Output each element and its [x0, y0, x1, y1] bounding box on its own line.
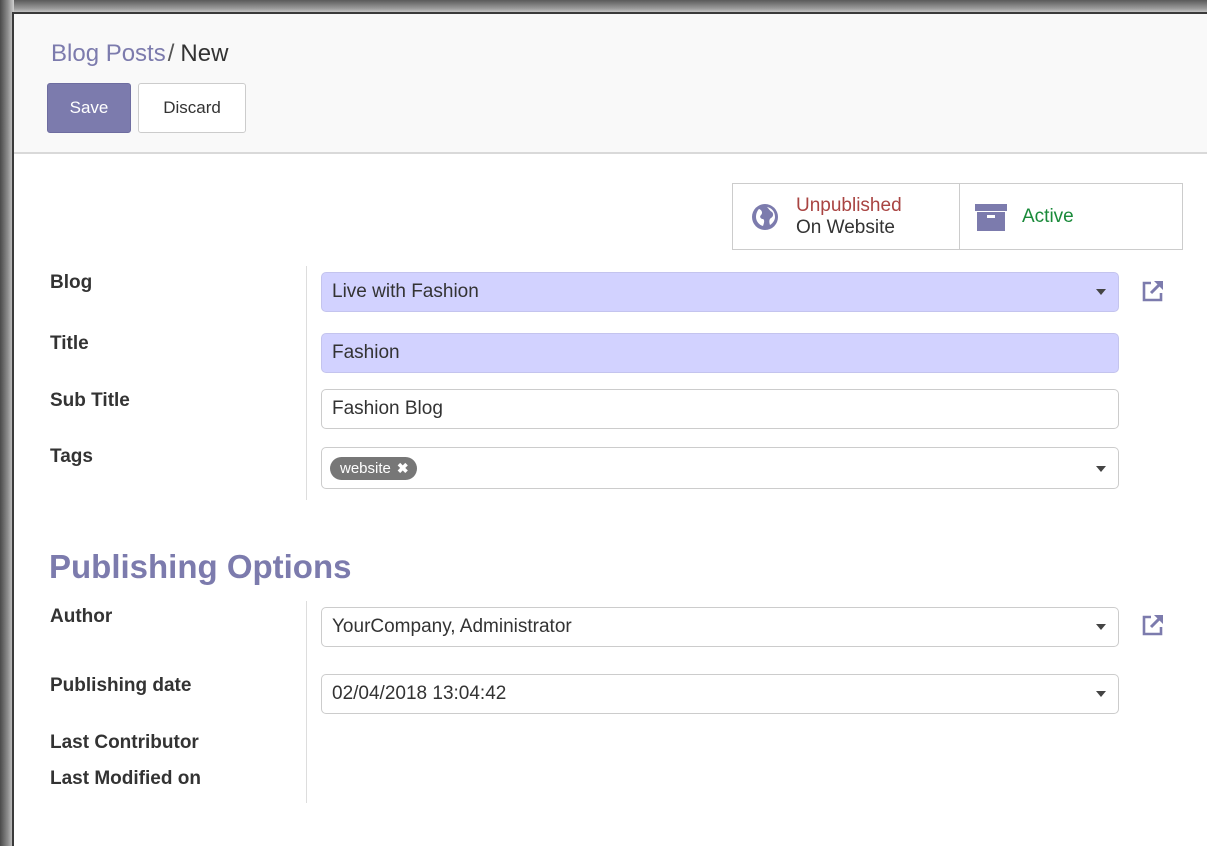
section-title-publishing: Publishing Options — [49, 548, 352, 585]
control-panel: Blog Posts/New Save Discard — [14, 14, 1207, 154]
breadcrumb: Blog Posts/New — [51, 40, 228, 68]
group-divider — [306, 266, 307, 500]
tags-label: Tags — [50, 446, 93, 467]
external-link-icon[interactable] — [1140, 612, 1166, 638]
button-box: Unpublished On Website Active — [732, 183, 1183, 250]
subtitle-label: Sub Title — [50, 390, 130, 411]
publish-status-sub: On Website — [796, 216, 895, 238]
breadcrumb-parent-link[interactable]: Blog Posts — [51, 40, 166, 67]
title-label: Title — [50, 333, 89, 354]
breadcrumb-separator: / — [167, 40, 175, 67]
subtitle-input[interactable]: Fashion Blog — [321, 389, 1119, 429]
archive-icon — [975, 203, 1007, 231]
tag-badge: website ✖ — [330, 456, 417, 480]
publish-status: Unpublished — [796, 194, 902, 216]
discard-button[interactable]: Discard — [138, 83, 246, 133]
publishing-date-input[interactable]: 02/04/2018 13:04:42 — [321, 674, 1119, 714]
website-publish-button[interactable]: Unpublished On Website — [733, 184, 959, 249]
title-input[interactable]: Fashion — [321, 333, 1119, 373]
tag-label: website — [340, 459, 391, 477]
save-button[interactable]: Save — [47, 83, 131, 133]
breadcrumb-current: New — [180, 40, 229, 67]
caret-down-icon[interactable] — [1096, 624, 1106, 630]
active-toggle-button[interactable]: Active — [959, 184, 1182, 249]
caret-down-icon[interactable] — [1096, 466, 1106, 472]
last-modified-label: Last Modified on — [50, 768, 201, 789]
caret-down-icon[interactable] — [1096, 691, 1106, 697]
author-select[interactable]: YourCompany, Administrator — [321, 607, 1119, 647]
blog-label: Blog — [50, 272, 93, 293]
last-contributor-label: Last Contributor — [50, 732, 199, 753]
author-label: Author — [50, 606, 113, 627]
publishing-date-label: Publishing date — [50, 675, 192, 696]
subtitle-value: Fashion Blog — [332, 398, 443, 419]
title-value: Fashion — [332, 342, 400, 363]
close-icon[interactable]: ✖ — [397, 460, 409, 477]
caret-down-icon[interactable] — [1096, 289, 1106, 295]
publishing-date-value: 02/04/2018 13:04:42 — [332, 683, 507, 704]
globe-icon — [752, 203, 778, 230]
blog-select[interactable]: Live with Fashion — [321, 272, 1119, 312]
group-divider — [306, 601, 307, 803]
external-link-icon[interactable] — [1140, 278, 1166, 304]
blog-value: Live with Fashion — [332, 281, 479, 302]
tags-input[interactable]: website ✖ — [321, 447, 1119, 489]
active-label: Active — [1022, 205, 1074, 227]
author-value: YourCompany, Administrator — [332, 616, 572, 637]
